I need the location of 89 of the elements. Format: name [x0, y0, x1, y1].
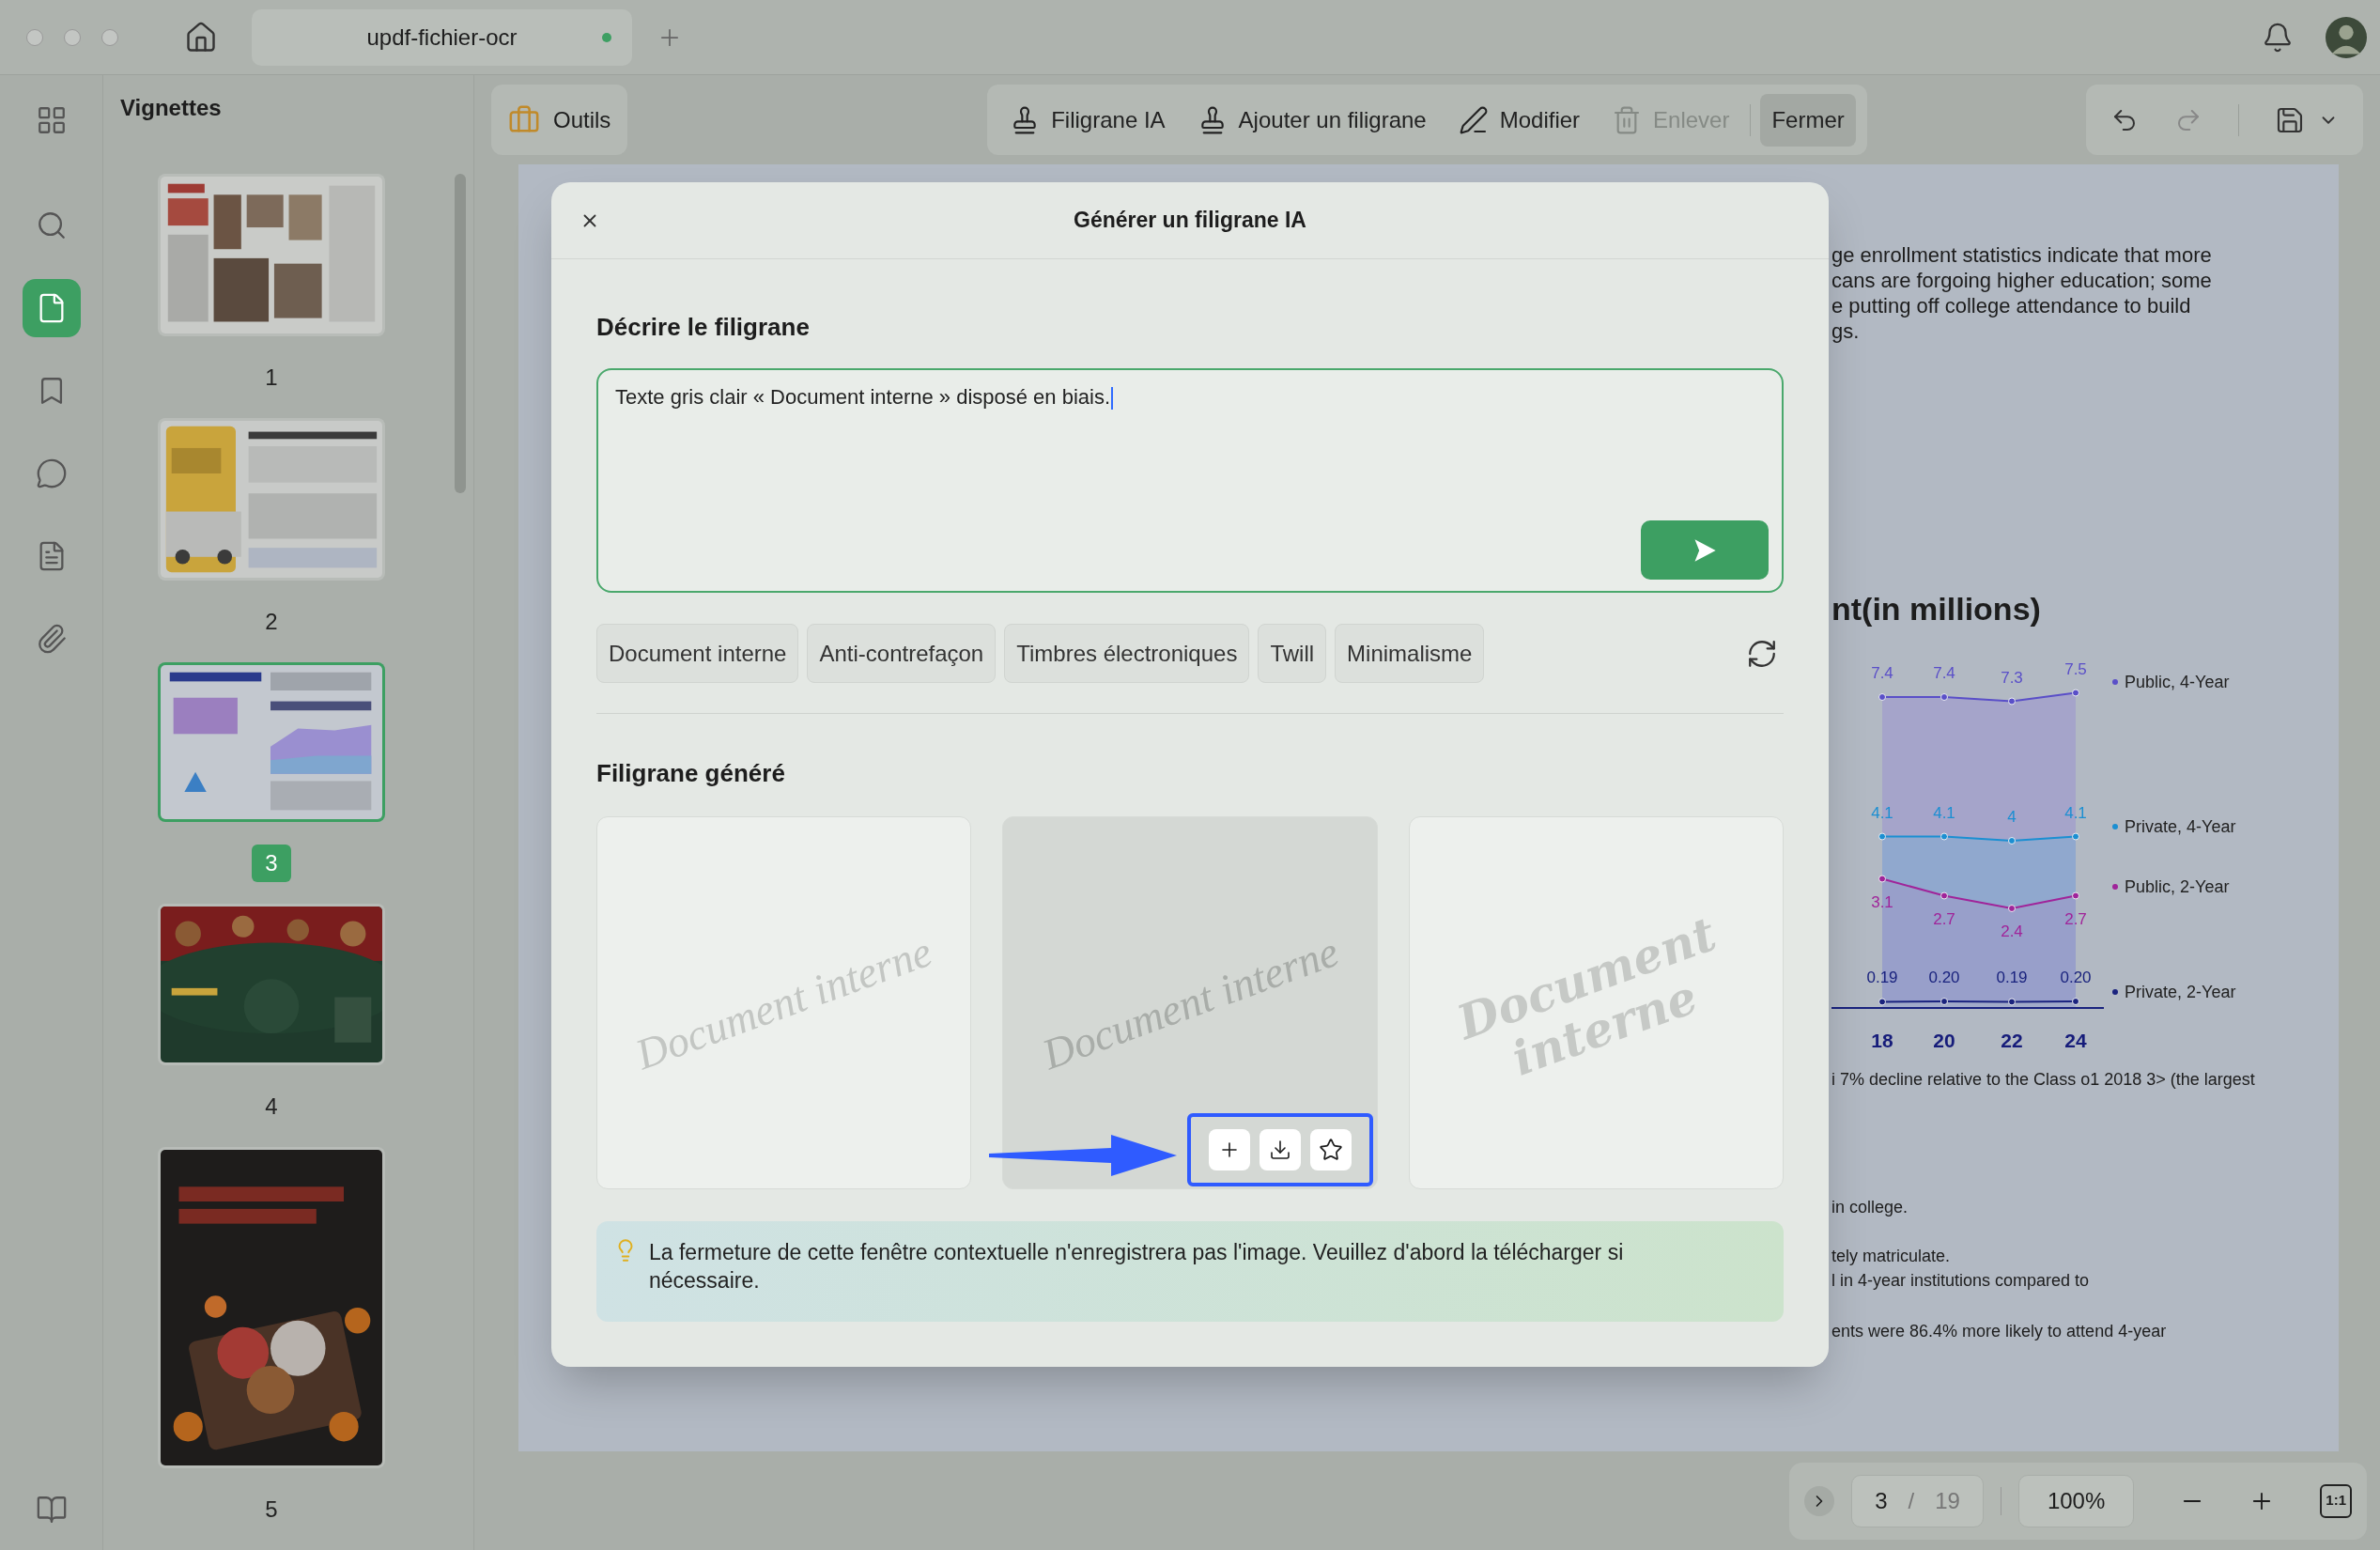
text-line: gs. [1831, 318, 1861, 344]
dialog-title: Générer un filigrane IA [1074, 207, 1306, 235]
data-label: 7.4 [1871, 664, 1893, 682]
data-label: 7.5 [2064, 659, 2087, 678]
data-label: 7.4 [1933, 664, 1955, 682]
section-heading: Décrire le filigrane [596, 312, 811, 342]
data-point [2072, 832, 2079, 841]
suggestion-chip[interactable]: Twill [1258, 624, 1327, 683]
data-label: 0.19 [1866, 969, 1898, 987]
data-label: 0.19 [1996, 969, 2028, 987]
data-point [1940, 891, 1948, 900]
text-line: l in 4-year institutions compared to [1831, 1270, 2091, 1292]
data-label: 4.1 [2064, 803, 2087, 822]
data-point [2008, 837, 2016, 845]
data-label: 2.7 [2064, 909, 2087, 928]
data-label: 3.1 [1871, 892, 1893, 911]
suggestion-chip[interactable]: Minimalisme [1335, 624, 1485, 683]
zoom-field[interactable]: 100% [2017, 1474, 2135, 1527]
legend-item: Public, 2-Year [2112, 877, 2230, 896]
data-point [2008, 905, 2016, 912]
data-point [1878, 693, 1886, 701]
suggestion-chip[interactable]: Document interne [596, 624, 799, 683]
data-point [1940, 693, 1948, 701]
toolbar-button[interactable]: Fermer [1760, 93, 1856, 147]
text-line: i 7% decline relative to the Class o1 2018 3> (the largest [1831, 1069, 2256, 1091]
page-number: 5 [265, 1495, 278, 1524]
section-heading: nt(in millions) [1831, 590, 2042, 628]
toolbar-button[interactable]: Filigrane IA [998, 93, 1177, 147]
suggestion-chip[interactable]: Timbres électroniques [1004, 624, 1250, 683]
legend-item: Private, 4-Year [2112, 817, 2236, 836]
data-label: 4 [2007, 808, 2017, 826]
page-number: 2 [265, 607, 278, 636]
data-point [2008, 998, 2016, 1006]
pen-icon [1458, 104, 1489, 135]
text-line: cans are forgoing higher education; some [1831, 268, 2213, 293]
document-tab[interactable]: updf-fichier-ocr [252, 8, 632, 66]
rail-button[interactable] [22, 279, 81, 337]
home-icon[interactable] [184, 20, 218, 54]
data-label: 7.3 [2001, 668, 2023, 687]
download-icon [1268, 1139, 1291, 1161]
data-point [1940, 832, 1948, 841]
data-label: 0.20 [1928, 969, 1960, 986]
notice-text: La fermeture de cette fenêtre contextuelle n'enregistrera pas l'image. Veuillez d'abord la télécharger si nécessaire. [649, 1239, 1625, 1294]
legend-item: Private, 2-Year [2112, 983, 2236, 1001]
text-line: ents were 86.4% more likely to attend 4-year [1831, 1321, 2168, 1342]
text-line: in college. [1831, 1197, 1909, 1218]
suggestion-chip[interactable]: Anti-contrefaçon [807, 624, 997, 683]
legend-item: Public, 4-Year [2112, 673, 2230, 691]
tools-button[interactable]: Outils [491, 85, 628, 155]
data-point [1878, 998, 1886, 1006]
download-button[interactable] [1259, 1129, 1301, 1170]
data-label: 4.1 [1871, 803, 1893, 822]
send-button[interactable] [1641, 520, 1769, 580]
scrollbar[interactable] [455, 174, 466, 493]
toolbar-button[interactable]: Modifier [1446, 93, 1592, 147]
comment-icon [35, 457, 68, 489]
data-point [1878, 832, 1886, 841]
star-icon [1318, 1138, 1343, 1162]
book-icon [35, 1494, 68, 1526]
axis-label: 24 [2064, 1030, 2087, 1051]
page-number: 4 [265, 1092, 278, 1121]
toolbar-button[interactable]: Ajouter un filigrane [1185, 93, 1438, 147]
data-point [2072, 689, 2079, 697]
panel-title: Vignettes [120, 93, 222, 122]
axis-label: 20 [1933, 1030, 1955, 1051]
page-field[interactable]: 3 / 19 [1851, 1474, 1984, 1527]
data-point [1878, 875, 1886, 883]
data-point [2008, 697, 2016, 705]
actual-size-button[interactable]: 1:1 [2320, 1483, 2352, 1518]
text-line: tely matriculate. [1831, 1246, 1952, 1267]
prompt-field[interactable]: Texte gris clair « Document interne » disposé en biais. [596, 368, 1784, 593]
data-label: 2.4 [2001, 922, 2023, 940]
data-label: 4.1 [1933, 803, 1955, 822]
axis-label: 18 [1871, 1030, 1893, 1051]
favorite-button[interactable] [1309, 1129, 1352, 1170]
page-number: 1 [265, 363, 278, 392]
page-number: 3 [252, 844, 291, 882]
avatar-icon[interactable] [2326, 16, 2367, 58]
data-point [2072, 891, 2079, 900]
data-label: 2.7 [1933, 909, 1955, 928]
section-heading: Filigrane généré [596, 758, 786, 788]
data-point [2072, 998, 2079, 1005]
axis-label: 22 [2001, 1030, 2023, 1051]
add-button[interactable] [1208, 1129, 1250, 1170]
data-point [1940, 998, 1948, 1005]
data-label: 0.20 [2060, 969, 2092, 986]
text-line: e putting off college attendance to build [1831, 293, 2192, 318]
notification-icon[interactable] [2262, 21, 2294, 54]
text-line: ge enrollment statistics indicate that more [1831, 242, 2213, 268]
